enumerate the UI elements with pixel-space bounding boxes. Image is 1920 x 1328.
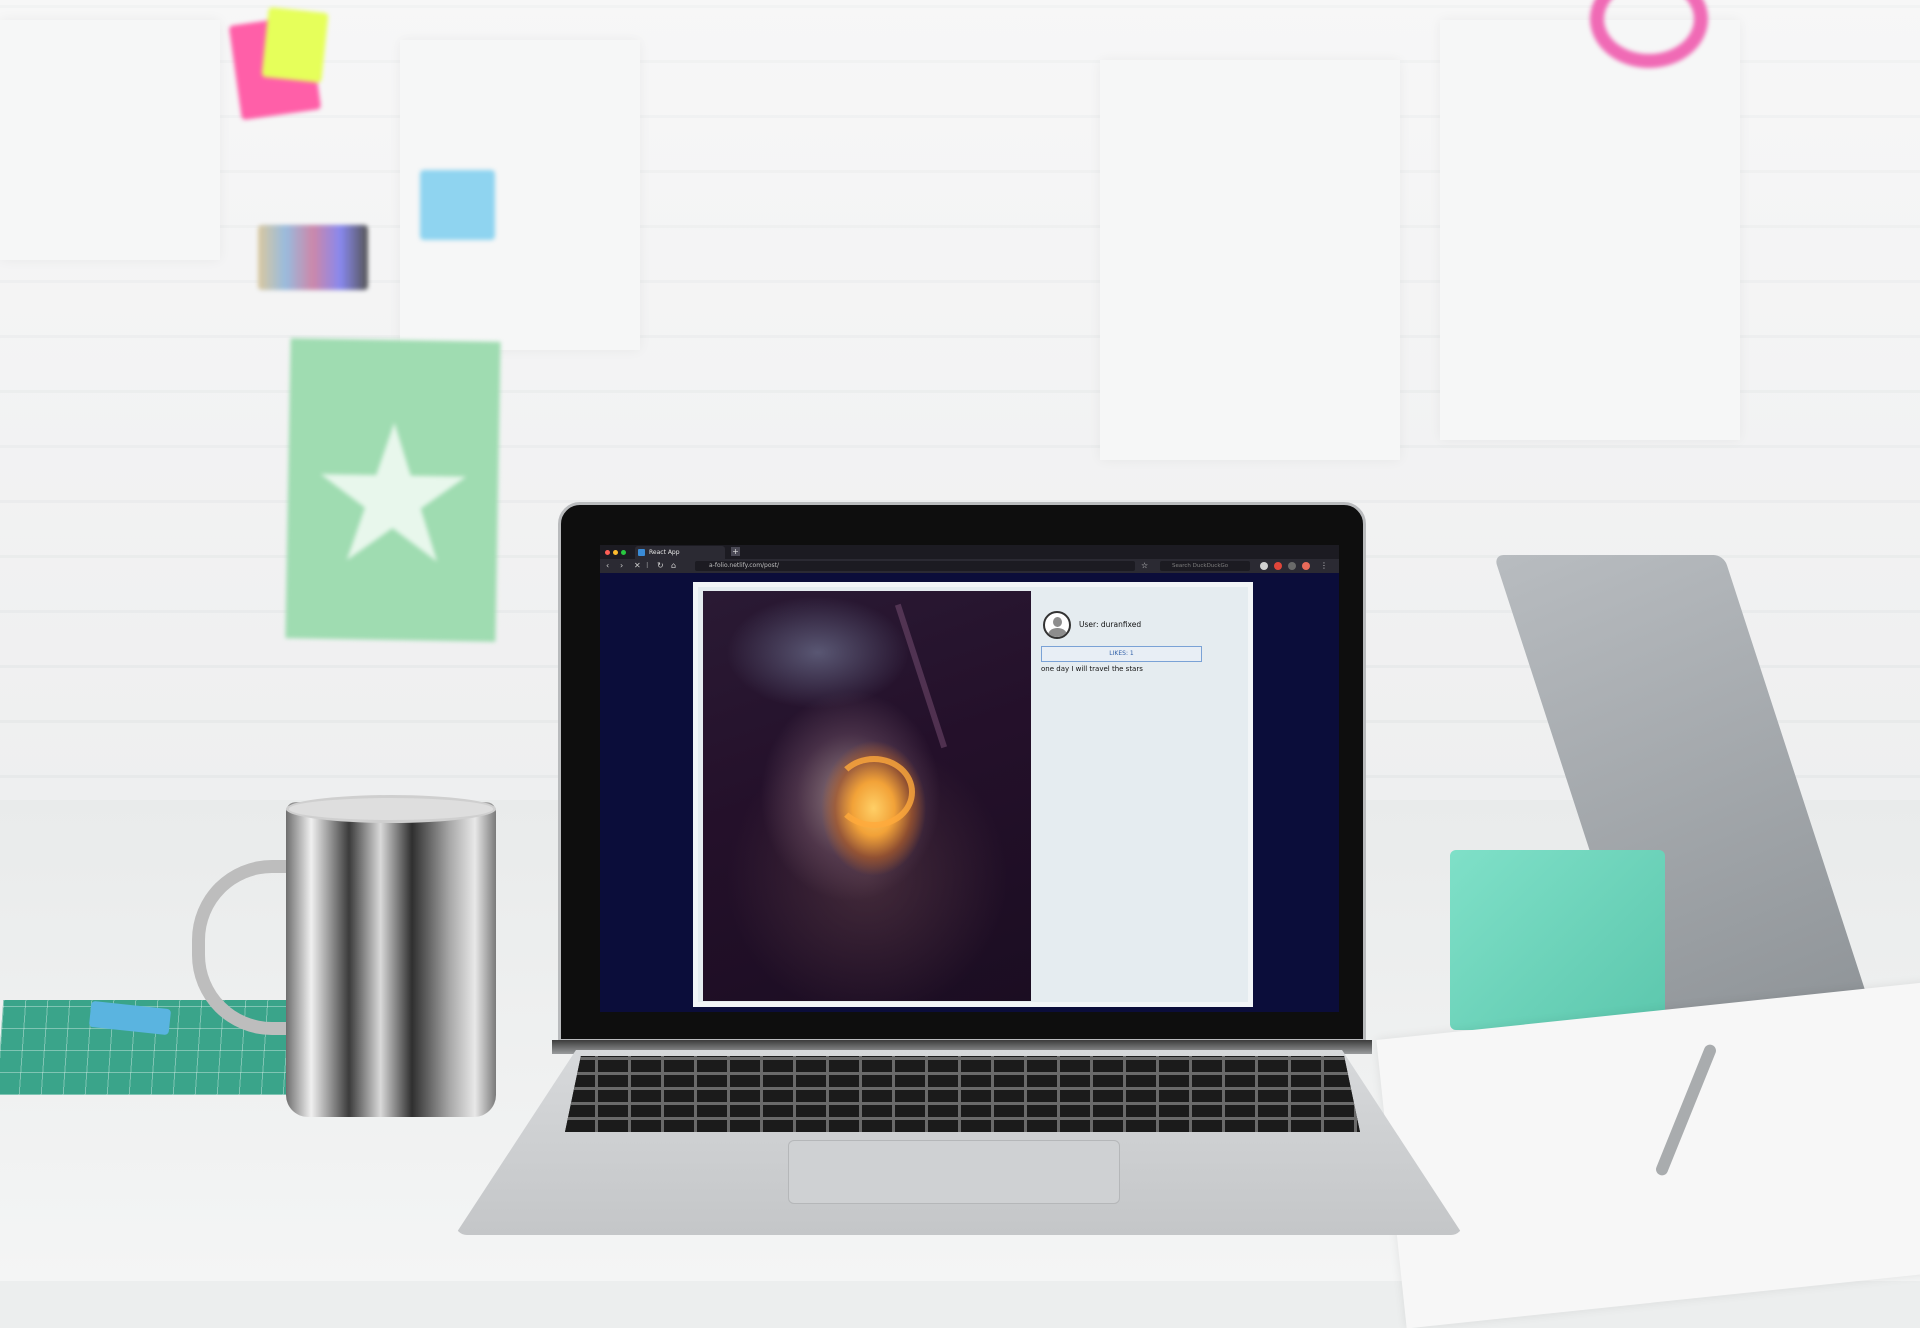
wall-paper bbox=[1100, 60, 1400, 460]
bookmark-icon[interactable]: ☆ bbox=[1141, 561, 1148, 571]
sticky-note bbox=[420, 170, 495, 240]
avatar-body-icon bbox=[1048, 628, 1067, 637]
tab-title: React App bbox=[649, 549, 680, 556]
chrome-mug bbox=[286, 802, 496, 1117]
nebula-streak bbox=[894, 603, 948, 749]
trackpad bbox=[788, 1140, 1120, 1204]
browser-tab-bar: React App + bbox=[600, 545, 1339, 559]
close-window-button[interactable] bbox=[605, 550, 610, 555]
browser-nav-bar: ‹ › ✕ ⁝ ↻ ⌂ a-folio.netlify.com/post/ ☆ … bbox=[600, 559, 1339, 573]
sticky-note bbox=[261, 7, 329, 83]
history-icon[interactable]: ⁝ bbox=[646, 561, 649, 571]
laptop-screen: React App + ‹ › ✕ ⁝ ↻ ⌂ a-folio.netlify.… bbox=[600, 545, 1339, 1012]
back-arrow-icon[interactable]: ‹ bbox=[606, 561, 609, 571]
color-swatch-card bbox=[258, 225, 368, 290]
react-favicon-icon bbox=[638, 549, 645, 556]
nebula-swirl bbox=[833, 756, 915, 828]
sync-icon[interactable] bbox=[1288, 562, 1296, 570]
url-text: a-folio.netlify.com/post/ bbox=[709, 562, 780, 569]
url-bar[interactable]: a-folio.netlify.com/post/ bbox=[695, 561, 1135, 571]
keyboard-rows bbox=[565, 1056, 1360, 1132]
post-card: User: duranfixed LIKES: 1 one day I will… bbox=[693, 582, 1253, 1007]
username-label: User: duranfixed bbox=[1079, 620, 1142, 629]
star-poster: ★ bbox=[285, 338, 501, 642]
maximize-window-button[interactable] bbox=[621, 550, 626, 555]
new-tab-button[interactable]: + bbox=[731, 547, 740, 556]
mug-rim bbox=[286, 795, 496, 823]
mint-speaker bbox=[1450, 850, 1665, 1030]
search-placeholder: Search DuckDuckGo bbox=[1172, 563, 1229, 569]
reload-icon[interactable]: ↻ bbox=[657, 561, 664, 571]
avatar-head-icon bbox=[1053, 617, 1062, 627]
post-image[interactable] bbox=[703, 591, 1031, 1001]
account-icon[interactable] bbox=[1260, 562, 1268, 570]
extension-icon[interactable] bbox=[1274, 562, 1282, 570]
search-bar[interactable]: Search DuckDuckGo bbox=[1160, 561, 1250, 571]
minimize-window-button[interactable] bbox=[613, 550, 618, 555]
avatar[interactable] bbox=[1043, 611, 1071, 639]
sketch-paper bbox=[1376, 981, 1920, 1328]
star-icon: ★ bbox=[306, 387, 481, 603]
menu-icon[interactable]: ⋮ bbox=[1320, 561, 1328, 571]
wall-paper bbox=[1440, 20, 1740, 440]
post-caption: one day I will travel the stars bbox=[1041, 665, 1143, 673]
home-icon[interactable]: ⌂ bbox=[671, 561, 676, 571]
browser-tab[interactable]: React App bbox=[635, 546, 725, 559]
likes-button[interactable]: LIKES: 1 bbox=[1041, 646, 1202, 662]
stop-icon[interactable]: ✕ bbox=[634, 561, 641, 571]
forward-arrow-icon[interactable]: › bbox=[620, 561, 623, 571]
pocket-icon[interactable] bbox=[1302, 562, 1310, 570]
wall-paper bbox=[0, 20, 220, 260]
